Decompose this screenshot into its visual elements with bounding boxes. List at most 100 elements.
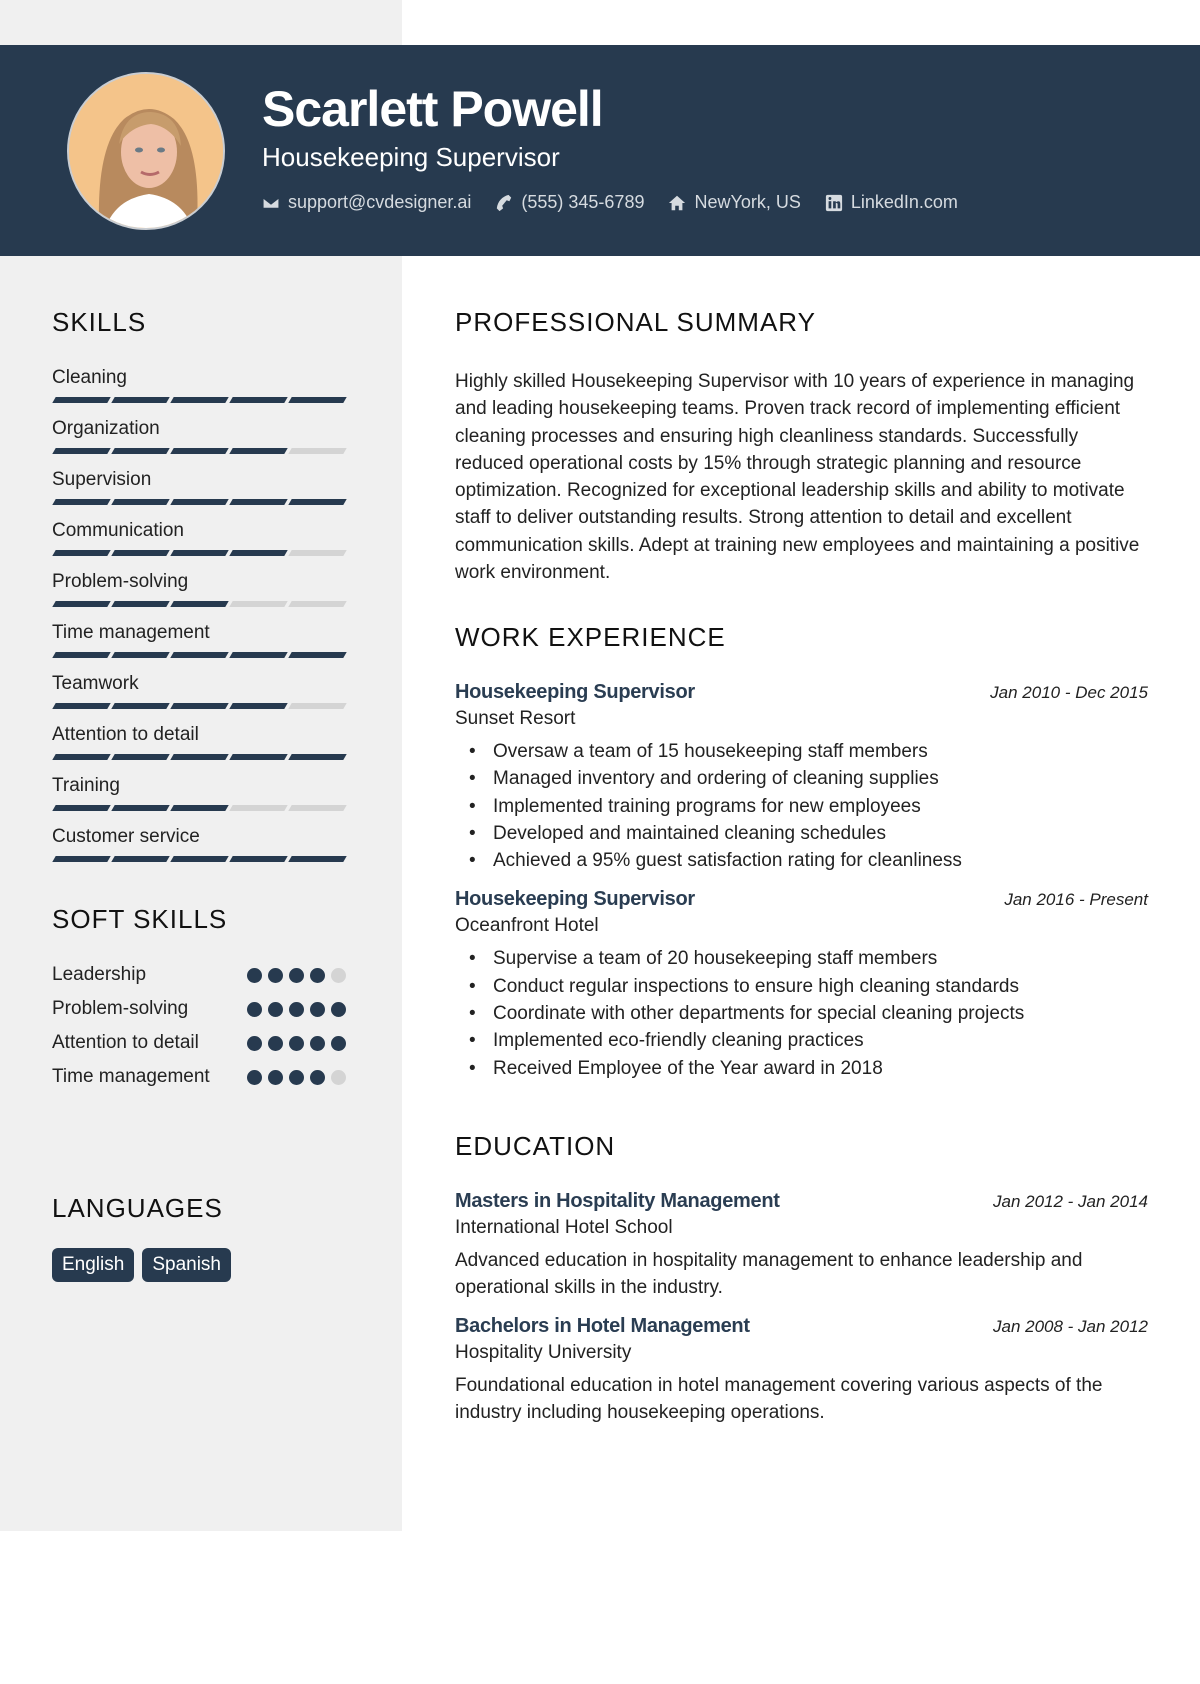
summary-text: Highly skilled Housekeeping Supervisor w… <box>455 371 1140 584</box>
education-date: Jan 2008 - Jan 2012 <box>992 1317 1148 1336</box>
soft-skills-list: Leadership Problem-solving Attention to de… <box>52 961 352 1091</box>
skill-level-segment <box>229 550 288 556</box>
education-degree: Bachelors in Hotel Management <box>455 1315 750 1337</box>
soft-skill-item: Time management <box>52 1063 352 1091</box>
education-entry: Bachelors in Hotel Management Jan 2008 - … <box>455 1315 1148 1426</box>
soft-skill-item: Problem-solving <box>52 995 352 1023</box>
linkedin-icon <box>825 194 842 211</box>
rating-dot <box>247 1002 262 1017</box>
skill-level-segment <box>52 703 111 709</box>
education-heading: EDUCATION <box>455 1131 616 1161</box>
rating-dot <box>289 968 304 983</box>
skill-level-segment <box>288 397 347 403</box>
skill-item: Attention to detail <box>52 722 352 760</box>
soft-skill-name: Leadership <box>52 964 147 985</box>
soft-skill-name: Attention to detail <box>52 1032 199 1053</box>
skill-level-segment <box>229 652 288 658</box>
skill-level-segment <box>170 754 229 760</box>
envelope-icon <box>262 196 280 209</box>
job-bullet: Conduct regular inspections to ensure hi… <box>469 973 1148 1001</box>
skills-section: SKILLS Cleaning Organization Supervision Co… <box>52 307 352 875</box>
skill-level-segment <box>170 499 229 505</box>
skill-name: Supervision <box>52 469 152 490</box>
skill-level-segment <box>170 550 229 556</box>
skill-level-segment <box>229 397 288 403</box>
contact-phone[interactable]: (555) 345-6789 <box>495 192 644 213</box>
skills-list: Cleaning Organization Supervision Communica… <box>52 365 352 862</box>
skill-level-segment <box>52 397 111 403</box>
rating-dot <box>247 968 262 983</box>
skill-name: Customer service <box>52 826 200 847</box>
skill-level-bar <box>52 805 352 811</box>
rating-dot <box>310 968 325 983</box>
home-icon <box>669 195 686 210</box>
rating-dot <box>289 1002 304 1017</box>
skill-level-bar <box>52 856 352 862</box>
candidate-title: Housekeeping Supervisor <box>262 142 560 172</box>
job-company: Oceanfront Hotel <box>455 915 599 937</box>
job-header: Housekeeping Supervisor Jan 2010 - Dec 20… <box>455 681 1148 704</box>
skill-level-segment <box>111 550 170 556</box>
skill-level-segment <box>288 499 347 505</box>
skill-level-segment <box>111 805 170 811</box>
skill-level-segment <box>288 550 347 556</box>
skill-level-segment <box>288 754 347 760</box>
skill-item: Communication <box>52 518 352 556</box>
contact-list: support@cvdesigner.ai (555) 345-6789 New… <box>262 192 958 213</box>
skill-level-segment <box>111 397 170 403</box>
skill-level-segment <box>229 448 288 454</box>
contact-email[interactable]: support@cvdesigner.ai <box>262 192 471 213</box>
skill-item: Teamwork <box>52 671 352 709</box>
skills-heading: SKILLS <box>52 307 147 337</box>
skill-level-segment <box>288 703 347 709</box>
work-experience-section: WORK EXPERIENCE Housekeeping Supervisor J… <box>455 622 1148 1082</box>
education-section: EDUCATION Masters in Hospitality Managem… <box>455 1131 1148 1426</box>
job-bullets: Supervise a team of 20 housekeeping staf… <box>469 945 1148 1083</box>
skill-level-bar <box>52 448 352 454</box>
soft-skill-rating <box>247 1029 352 1057</box>
job-bullet: Oversaw a team of 15 housekeeping staff … <box>469 738 1148 766</box>
soft-skill-rating <box>247 995 352 1023</box>
skill-item: Supervision <box>52 467 352 505</box>
linkedin-text: LinkedIn.com <box>850 192 958 212</box>
education-date: Jan 2012 - Jan 2014 <box>992 1192 1148 1211</box>
skill-level-segment <box>170 703 229 709</box>
summary-heading: PROFESSIONAL SUMMARY <box>455 307 816 337</box>
education-header: Bachelors in Hotel Management Jan 2008 - … <box>455 1315 1148 1338</box>
skill-level-segment <box>288 805 347 811</box>
skill-level-segment <box>229 499 288 505</box>
skill-name: Organization <box>52 418 160 439</box>
language-badge: English <box>52 1248 135 1282</box>
skill-item: Problem-solving <box>52 569 352 607</box>
rating-dot <box>310 1002 325 1017</box>
job-bullet: Supervise a team of 20 housekeeping staf… <box>469 945 1148 973</box>
skill-level-segment <box>170 652 229 658</box>
education-degree: Masters in Hospitality Management <box>455 1190 780 1212</box>
skill-name: Attention to detail <box>52 724 199 745</box>
education-description: Advanced education in hospitality manage… <box>455 1250 1083 1298</box>
skill-item: Customer service <box>52 824 352 862</box>
education-school: Hospitality University <box>455 1342 632 1363</box>
education-description: Foundational education in hotel manageme… <box>455 1375 1103 1423</box>
skill-level-segment <box>52 550 111 556</box>
job-title: Housekeeping Supervisor <box>455 888 695 911</box>
skill-name: Problem-solving <box>52 571 189 592</box>
rating-dot <box>331 1036 346 1051</box>
skill-level-bar <box>52 652 352 658</box>
job-bullet: Implemented training programs for new em… <box>469 793 1148 821</box>
skill-level-segment <box>229 805 288 811</box>
job-bullet: Received Employee of the Year award in 2… <box>469 1055 1148 1083</box>
rating-dot <box>289 1036 304 1051</box>
rating-dot <box>268 968 283 983</box>
skill-level-segment <box>111 754 170 760</box>
skill-level-bar <box>52 601 352 607</box>
contact-linkedin[interactable]: LinkedIn.com <box>825 192 958 213</box>
skill-level-segment <box>170 805 229 811</box>
education-header: Masters in Hospitality Management Jan 201… <box>455 1190 1148 1213</box>
rating-dot <box>331 1002 346 1017</box>
candidate-name: Scarlett Powell <box>262 81 604 137</box>
rating-dot <box>331 968 346 983</box>
location-text: NewYork, US <box>694 192 801 212</box>
skill-level-segment <box>288 652 347 658</box>
rating-dot <box>310 1036 325 1051</box>
